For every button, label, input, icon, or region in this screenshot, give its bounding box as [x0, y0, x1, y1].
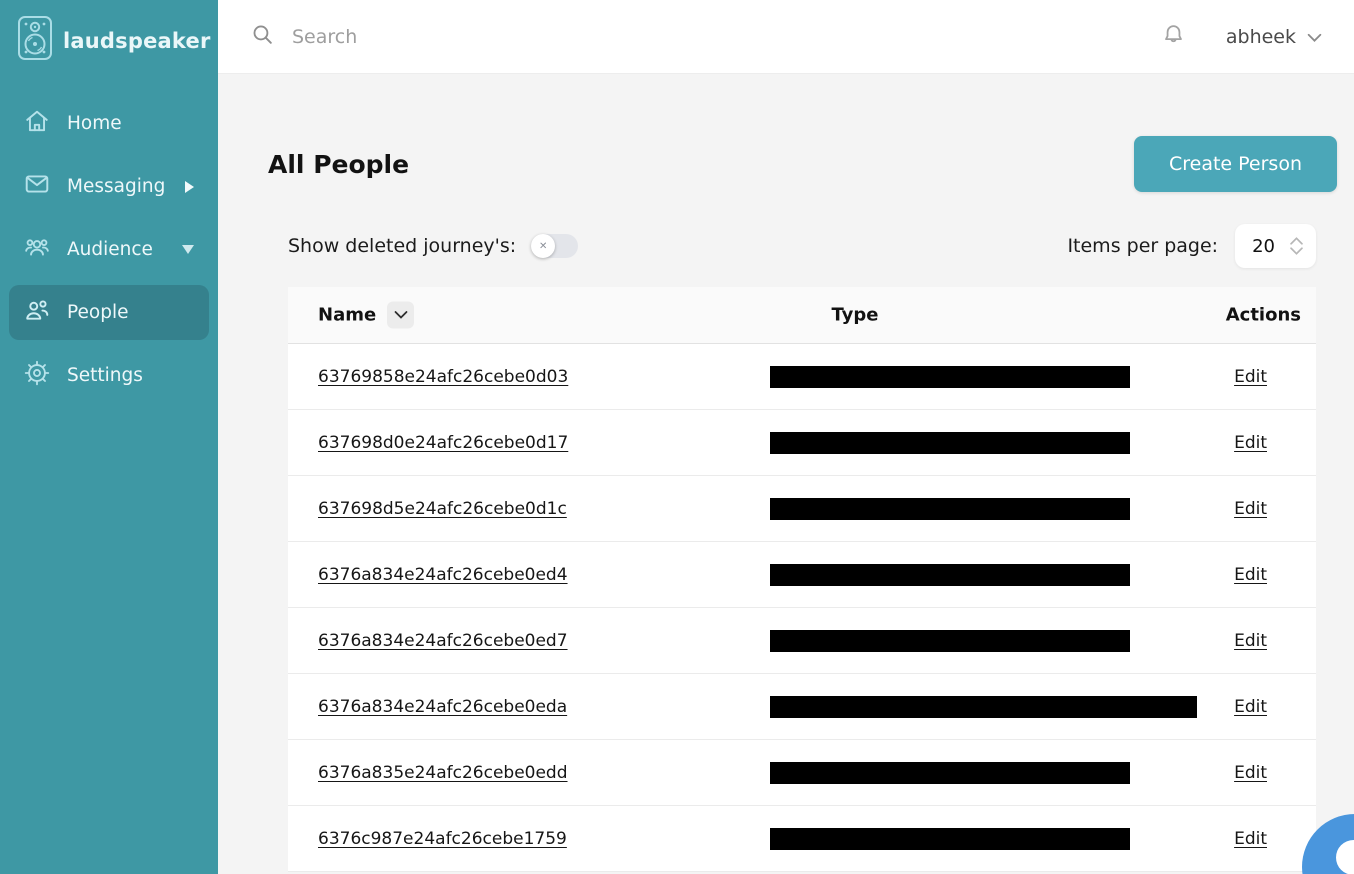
people-table: Name Type Actions 63769858e24afc26cebe0d…: [288, 287, 1316, 872]
create-person-button[interactable]: Create Person: [1134, 136, 1337, 192]
topbar: abheek: [218, 0, 1354, 74]
sidebar-nav: Home Messaging: [0, 96, 218, 403]
column-header-actions: Actions: [1226, 305, 1301, 326]
search-input[interactable]: [292, 26, 712, 48]
caret-down-icon: [182, 245, 194, 254]
person-name-link[interactable]: 6376a835e24afc26cebe0edd: [318, 763, 568, 783]
table-row: 63769858e24afc26cebe0d03 Edit: [288, 344, 1316, 410]
home-icon: [24, 108, 50, 139]
username: abheek: [1226, 26, 1296, 48]
gear-icon: [24, 360, 50, 391]
items-per-page-select[interactable]: 20: [1235, 224, 1316, 268]
edit-link[interactable]: Edit: [1234, 697, 1267, 717]
type-redacted-bar: [770, 432, 1130, 454]
brand-logo[interactable]: laudspeaker: [0, 0, 218, 76]
stepper-icons[interactable]: [1290, 237, 1303, 255]
type-redacted-bar: [770, 564, 1130, 586]
person-name-link[interactable]: 6376c987e24afc26cebe1759: [318, 829, 567, 849]
main-content: All People Create Person Show deleted jo…: [218, 74, 1354, 874]
edit-link[interactable]: Edit: [1234, 367, 1267, 387]
sidebar-item-home[interactable]: Home: [9, 96, 209, 151]
sidebar-item-label: Messaging: [67, 176, 165, 197]
items-per-page-value: 20: [1252, 236, 1275, 257]
table-row: 6376a834e24afc26cebe0ed4 Edit: [288, 542, 1316, 608]
sidebar-item-people[interactable]: People: [9, 285, 209, 340]
chevron-down-icon: [1307, 26, 1322, 48]
laudspeaker-logo-icon: [16, 15, 54, 66]
edit-link[interactable]: Edit: [1234, 763, 1267, 783]
brand-name: laudspeaker: [63, 29, 211, 53]
person-name-link[interactable]: 6376a834e24afc26cebe0ed7: [318, 631, 568, 651]
search-icon: [250, 22, 275, 51]
show-deleted-label: Show deleted journey's:: [288, 235, 516, 257]
type-redacted-bar: [770, 696, 1197, 718]
page-title: All People: [268, 150, 409, 179]
user-menu[interactable]: abheek: [1226, 26, 1322, 48]
table-row: 637698d5e24afc26cebe0d1c Edit: [288, 476, 1316, 542]
caret-right-icon: [185, 181, 194, 193]
person-name-link[interactable]: 637698d0e24afc26cebe0d17: [318, 433, 568, 453]
table-row: 6376c987e24afc26cebe1759 Edit: [288, 806, 1316, 872]
type-redacted-bar: [770, 630, 1130, 652]
audience-icon: [24, 234, 50, 265]
items-per-page-label: Items per page:: [1067, 235, 1218, 257]
table-row: 637698d0e24afc26cebe0d17 Edit: [288, 410, 1316, 476]
column-header-type: Type: [832, 305, 879, 326]
column-header-name: Name: [318, 305, 376, 326]
person-name-link[interactable]: 63769858e24afc26cebe0d03: [318, 367, 568, 387]
person-name-link[interactable]: 6376a834e24afc26cebe0eda: [318, 697, 567, 717]
person-name-link[interactable]: 6376a834e24afc26cebe0ed4: [318, 565, 568, 585]
table-body: 63769858e24afc26cebe0d03 Edit 637698d0e2…: [288, 344, 1316, 872]
sidebar: laudspeaker Home Messaging: [0, 0, 218, 874]
sidebar-item-settings[interactable]: Settings: [9, 348, 209, 403]
sidebar-item-audience[interactable]: Audience: [9, 222, 209, 277]
table-header: Name Type Actions: [288, 287, 1316, 344]
toggle-knob-x-icon: ✕: [531, 234, 555, 258]
bell-icon[interactable]: [1161, 22, 1186, 52]
table-row: 6376a834e24afc26cebe0ed7 Edit: [288, 608, 1316, 674]
type-redacted-bar: [770, 366, 1130, 388]
sidebar-item-label: People: [67, 302, 128, 323]
type-redacted-bar: [770, 498, 1130, 520]
sidebar-item-label: Home: [67, 113, 122, 134]
edit-link[interactable]: Edit: [1234, 499, 1267, 519]
mail-icon: [24, 171, 50, 202]
person-name-link[interactable]: 637698d5e24afc26cebe0d1c: [318, 499, 567, 519]
sidebar-item-label: Audience: [67, 239, 153, 260]
edit-link[interactable]: Edit: [1234, 829, 1267, 849]
table-row: 6376a834e24afc26cebe0eda Edit: [288, 674, 1316, 740]
search-bar: [250, 22, 1161, 51]
sidebar-item-label: Settings: [67, 365, 143, 386]
show-deleted-toggle[interactable]: ✕: [531, 234, 578, 258]
people-icon: [24, 297, 50, 328]
sidebar-item-messaging[interactable]: Messaging: [9, 159, 209, 214]
edit-link[interactable]: Edit: [1234, 565, 1267, 585]
name-sort-button[interactable]: [387, 302, 414, 329]
type-redacted-bar: [770, 828, 1130, 850]
edit-link[interactable]: Edit: [1234, 631, 1267, 651]
edit-link[interactable]: Edit: [1234, 433, 1267, 453]
type-redacted-bar: [770, 762, 1130, 784]
table-row: 6376a835e24afc26cebe0edd Edit: [288, 740, 1316, 806]
